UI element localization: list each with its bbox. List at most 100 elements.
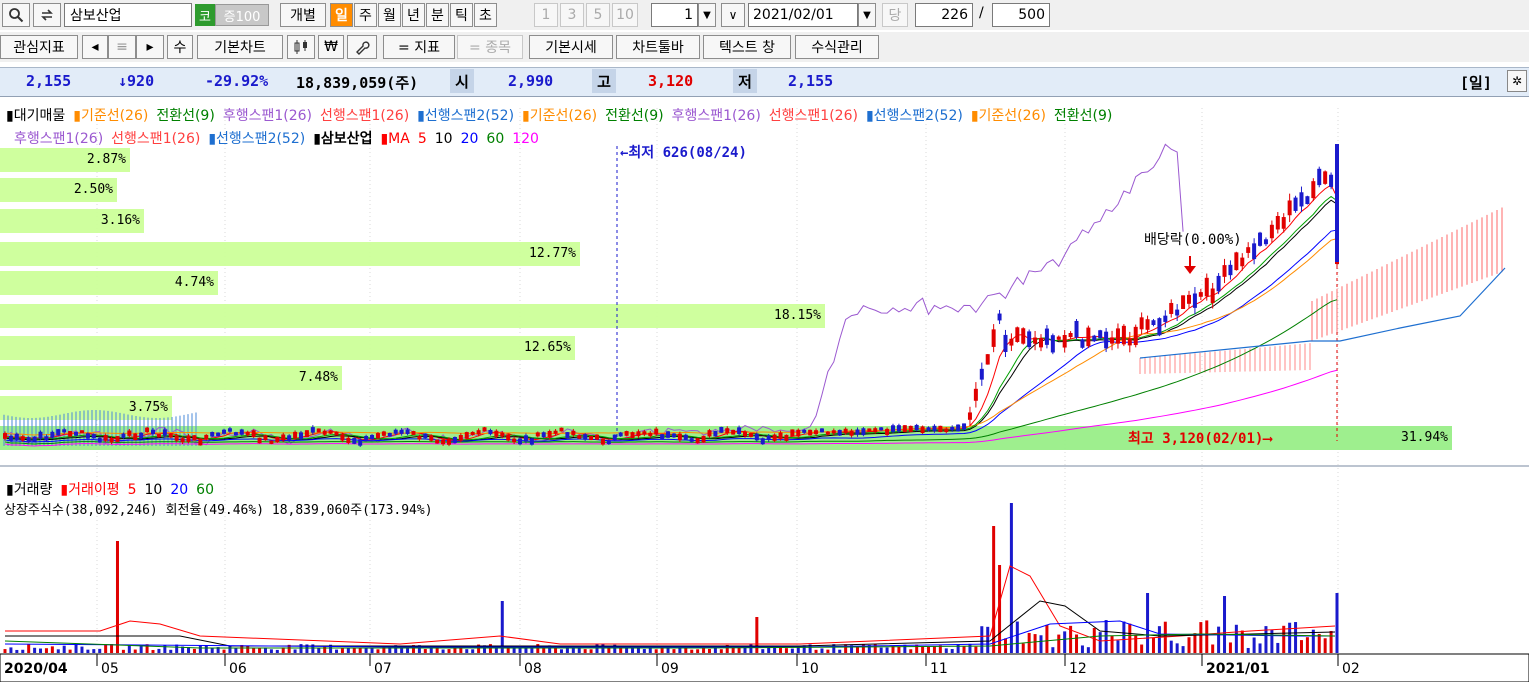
legend-row1-item-4[interactable]: 선행스팬1(26) [320, 108, 409, 124]
legend-row2-item-7[interactable]: 20 [461, 131, 479, 147]
candle-body [482, 427, 487, 432]
date-input[interactable]: 2021/02/01 [748, 3, 858, 27]
legend-row2-item-1[interactable]: 선행스팬1(26) [111, 131, 200, 147]
manual-button[interactable]: 수 [167, 35, 193, 59]
period-0-button[interactable]: 일 [330, 3, 353, 27]
highest-price-annotation: 최고 3,120(02/01)⟶ [1128, 431, 1272, 447]
volume-profile-bar [0, 336, 575, 360]
legend-row2-item-8[interactable]: 60 [486, 131, 504, 147]
high-label: 고 [592, 69, 616, 93]
minute-step-10-button[interactable]: 10 [612, 3, 638, 27]
stock-compare-button[interactable]: = 종목 [457, 35, 523, 59]
interest-indicator-button[interactable]: 관심지표 [0, 35, 78, 59]
open-price: 2,990 [508, 72, 554, 90]
legend-row2-item-0[interactable]: 후행스팬1(26) [14, 131, 103, 147]
volume-bar [453, 647, 457, 653]
legend-row1-item-5[interactable]: ▮선행스팬2(52) [417, 108, 514, 124]
volume-legend-item-5[interactable]: 60 [196, 482, 214, 498]
legend-row1-item-11[interactable]: ▮기준선(26) [971, 108, 1046, 124]
basic-chart-button[interactable]: 기본차트 [197, 35, 283, 59]
minute-step-5-button[interactable]: 5 [586, 3, 610, 27]
legend-row1-item-12[interactable]: 전환선(9) [1054, 108, 1112, 124]
candle-body [689, 438, 694, 442]
period-4-button[interactable]: 분 [426, 3, 449, 27]
legend-row2-item-3[interactable]: ▮삼보산업 [313, 131, 372, 147]
chart-toolbar-button[interactable]: 차트툴바 [616, 35, 700, 59]
period-1-button[interactable]: 주 [354, 3, 377, 27]
formula-mgmt-button[interactable]: 수식관리 [795, 35, 879, 59]
candle-body [227, 428, 232, 432]
period-5-button[interactable]: 틱 [450, 3, 473, 27]
legend-row1-item-8[interactable]: 후행스팬1(26) [672, 108, 761, 124]
candle-body [1033, 337, 1038, 344]
today-button[interactable]: 당 [882, 3, 908, 27]
individual-button[interactable]: 개별 [280, 3, 326, 27]
candle-body [1009, 338, 1014, 346]
period-3-button[interactable]: 년 [402, 3, 425, 27]
candle-body [559, 427, 564, 432]
legend-row1-item-10[interactable]: ▮선행스팬2(52) [866, 108, 963, 124]
legend-row1-item-0[interactable]: ▮대기매물 [6, 108, 65, 124]
calendar-dropdown-icon[interactable]: ▼ [858, 3, 876, 27]
minute-step-3-button[interactable]: 3 [560, 3, 584, 27]
candle-body [1269, 224, 1274, 239]
legend-row2-item-9[interactable]: 120 [512, 131, 539, 147]
legend-row1-item-1[interactable]: ▮기준선(26) [73, 108, 148, 124]
count-spinner[interactable]: 1 [651, 3, 698, 27]
candle-body [32, 436, 37, 442]
volume-profile-label: 18.15% [774, 308, 821, 323]
wrench-icon[interactable] [347, 35, 377, 59]
minute-step-1-button[interactable]: 1 [534, 3, 558, 27]
candle-body [843, 428, 848, 434]
volume-legend-item-1[interactable]: ▮거래이평 [60, 482, 119, 498]
settings-gear-icon[interactable]: ✲ [1507, 70, 1527, 92]
stock-name-input[interactable]: 삼보산업 [64, 3, 192, 27]
volume-legend-item-4[interactable]: 20 [170, 482, 188, 498]
legend-row1-item-3[interactable]: 후행스팬1(26) [223, 108, 312, 124]
candle-body [535, 432, 540, 437]
volume-bar [1075, 634, 1079, 653]
volume-bar [465, 649, 469, 653]
candle-body [796, 429, 801, 437]
volume-bar [980, 626, 984, 653]
legend-row1-item-9[interactable]: 선행스팬1(26) [769, 108, 858, 124]
candle-body [1198, 292, 1203, 297]
volume-bar [1305, 637, 1309, 653]
legend-row2-item-6[interactable]: 10 [435, 131, 453, 147]
candle-body [1003, 334, 1008, 353]
text-window-button[interactable]: 텍스트 창 [703, 35, 791, 59]
legend-row2-item-4[interactable]: ▮MA [380, 131, 409, 147]
display-count-input[interactable]: 226 [915, 3, 973, 27]
legend-row1-item-7[interactable]: 전환선(9) [605, 108, 663, 124]
volume-bar [583, 649, 587, 653]
legend-row2-item-2[interactable]: ▮선행스팬2(52) [208, 131, 305, 147]
volume-legend-item-0[interactable]: ▮거래량 [6, 482, 52, 498]
legend-row1-item-6[interactable]: ▮기준선(26) [522, 108, 597, 124]
search-icon[interactable] [2, 3, 30, 27]
swap-icon[interactable] [33, 3, 61, 27]
menu-button[interactable]: ≡ [108, 35, 136, 59]
candle-body [967, 412, 972, 420]
volume-bar [323, 646, 327, 653]
chevron-down-icon[interactable]: ▼ [698, 3, 716, 27]
period-6-button[interactable]: 초 [474, 3, 497, 27]
indicator-button[interactable]: = 지표 [383, 35, 455, 59]
chevron-down-icon[interactable]: ∨ [721, 3, 745, 27]
basic-price-button[interactable]: 기본시세 [529, 35, 613, 59]
won-icon[interactable]: ₩ [318, 35, 344, 59]
volume-profile-label: 12.77% [529, 246, 576, 261]
legend-row1-item-2[interactable]: 전환선(9) [156, 108, 214, 124]
candle-body [873, 428, 878, 433]
volume-bar [654, 649, 658, 653]
candle-icon[interactable] [287, 35, 315, 59]
period-2-button[interactable]: 월 [378, 3, 401, 27]
price-chart-canvas[interactable]: 2.87% 2.50% 3.16% 12.77% 4.74% 18.15% 12.65% 7.… [0, 95, 1529, 683]
legend-row2-item-5[interactable]: 5 [418, 131, 427, 147]
chart-area[interactable]: 2.87% 2.50% 3.16% 12.77% 4.74% 18.15% 12.65% 7.… [0, 95, 1529, 683]
volume-legend-item-2[interactable]: 5 [128, 482, 137, 498]
candle-body [1169, 302, 1174, 314]
next-button[interactable]: ▸ [136, 35, 164, 59]
volume-legend-item-3[interactable]: 10 [145, 482, 163, 498]
total-count-input[interactable]: 500 [992, 3, 1050, 27]
prev-button[interactable]: ◂ [82, 35, 108, 59]
